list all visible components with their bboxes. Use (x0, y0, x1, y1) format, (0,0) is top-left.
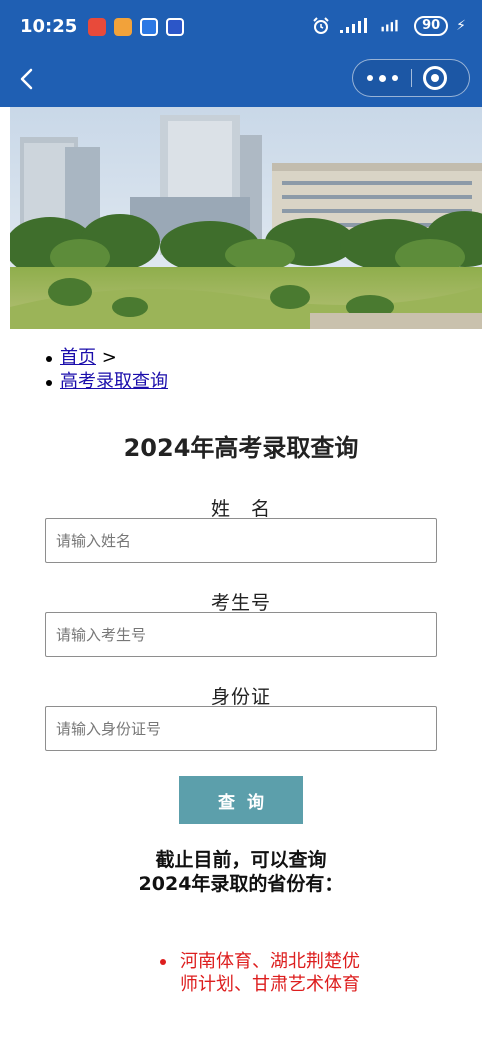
id-card-input[interactable] (45, 706, 437, 751)
breadcrumb: 首页 > 高考录取查询 (44, 346, 168, 394)
top-bar: 10:25 90 ⚡ (0, 0, 482, 107)
miniapp-capsule (352, 59, 470, 97)
app-notification-icon (166, 18, 184, 36)
breadcrumb-separator: > (96, 347, 117, 368)
battery-icon: 90 (414, 16, 449, 36)
campus-illustration (10, 107, 482, 329)
query-notice: 截止目前，可以查询2024年录取的省份有： (138, 849, 344, 895)
more-dots-icon[interactable] (353, 60, 411, 96)
campus-banner-image (10, 107, 482, 329)
target-circle-icon[interactable] (423, 66, 447, 90)
id-card-label: 身份证 (210, 686, 271, 708)
breadcrumb-item: 首页 > (44, 346, 168, 370)
charging-icon: ⚡ (456, 18, 466, 34)
signal-icon (340, 18, 368, 33)
breadcrumb-link-home[interactable]: 首页 (60, 347, 96, 368)
province-list: 河南体育、湖北荆楚优师计划、甘肃艺术体育 (158, 950, 368, 996)
signal-icon (381, 19, 398, 32)
alarm-icon (313, 17, 329, 34)
province-item: 河南体育、湖北荆楚优师计划、甘肃艺术体育 (158, 950, 368, 996)
status-bar: 10:25 90 ⚡ (0, 0, 482, 56)
nav-bar (0, 56, 482, 107)
exam-number-label: 考生号 (210, 592, 271, 614)
status-time: 10:25 (20, 16, 78, 37)
page-title: 2024年高考录取查询 (123, 434, 359, 462)
exam-number-input[interactable] (45, 612, 437, 657)
capsule-divider (411, 69, 412, 87)
breadcrumb-item: 高考录取查询 (44, 370, 168, 394)
query-button[interactable]: 查询 (179, 776, 303, 824)
name-label: 姓 名 (210, 498, 271, 520)
app-notification-icon (88, 18, 106, 36)
chevron-left-icon[interactable] (14, 64, 40, 94)
notification-icons (88, 18, 184, 36)
breadcrumb-link-admission-query[interactable]: 高考录取查询 (60, 371, 168, 392)
app-notification-icon (114, 18, 132, 36)
system-icons: 90 ⚡ (312, 16, 466, 36)
name-input[interactable] (45, 518, 437, 563)
app-notification-icon (140, 18, 158, 36)
